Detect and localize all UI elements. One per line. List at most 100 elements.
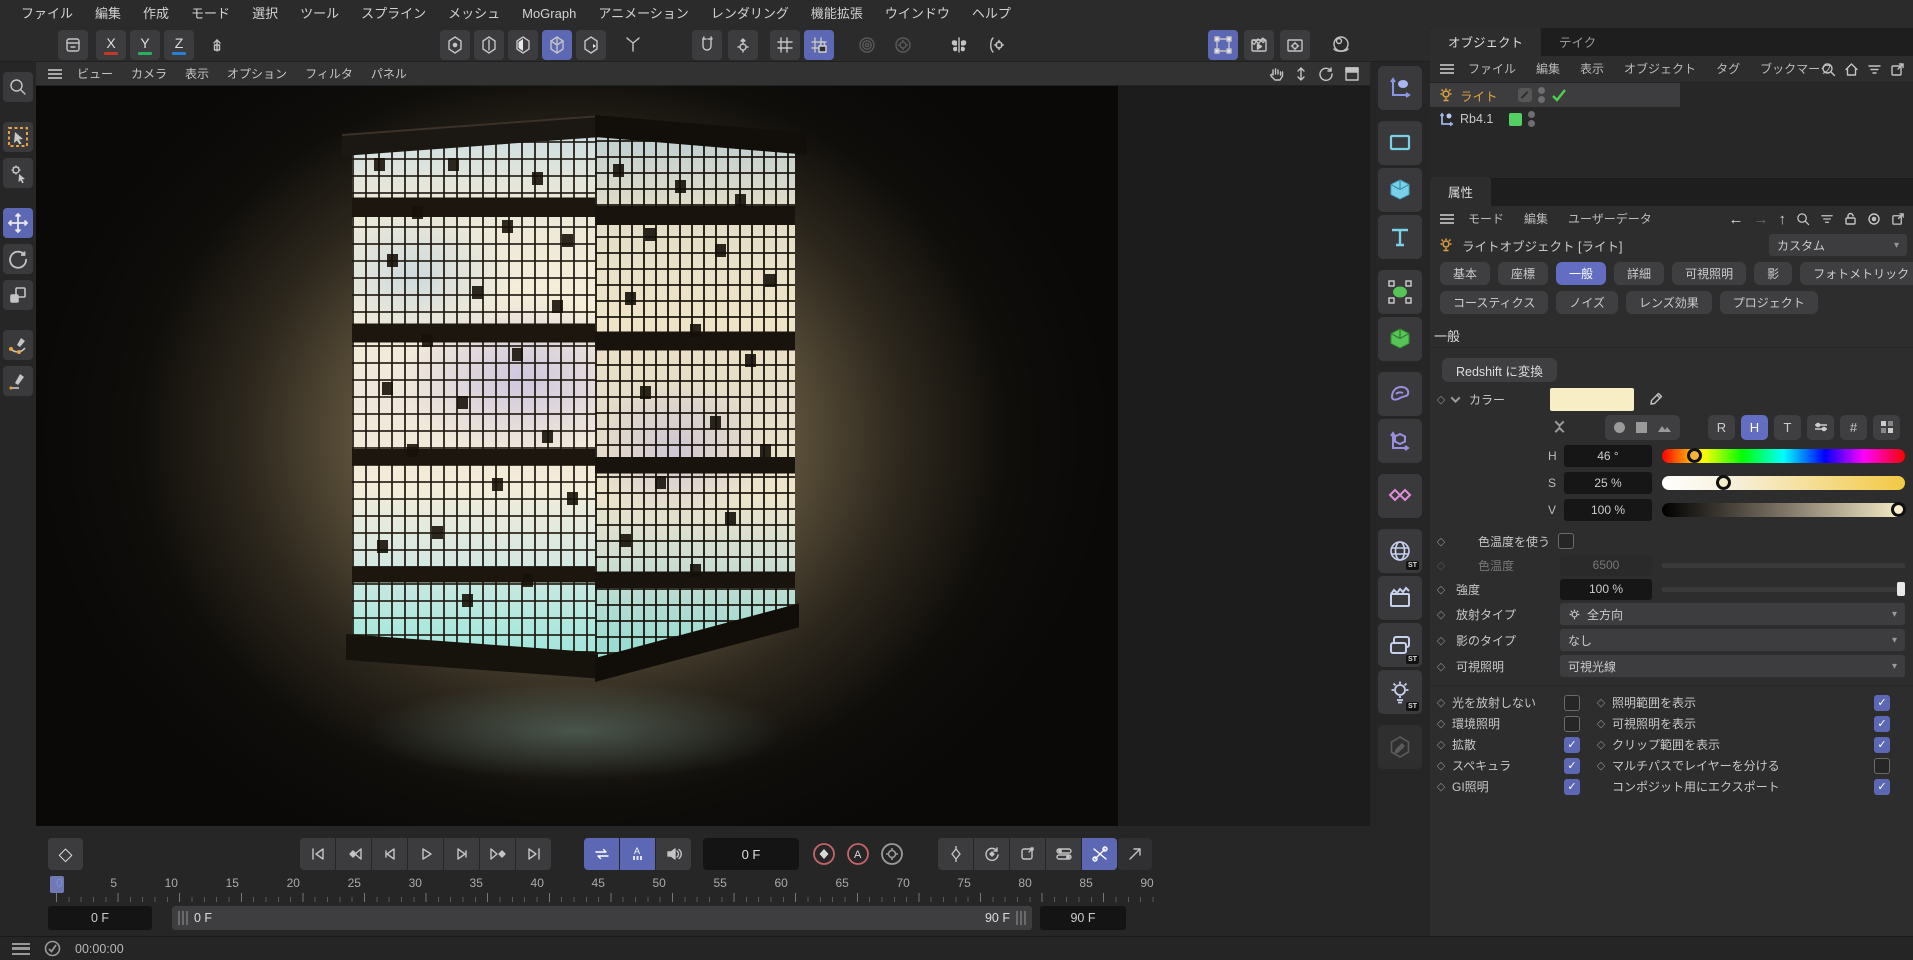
current-frame-field[interactable]: 0 F [703, 838, 799, 870]
enabled-check-icon[interactable] [1551, 88, 1567, 102]
keyframe-diamond[interactable]: ◇ [1430, 780, 1452, 793]
timeline-ruler[interactable]: 051015202530354045505560657075808590 [48, 876, 1158, 902]
checkbox[interactable]: ✓ [1564, 779, 1580, 795]
render-view-button[interactable] [1208, 30, 1238, 60]
back-arrow-icon[interactable]: ← [1729, 211, 1744, 228]
keyframe-diamond[interactable]: ◇ [1430, 608, 1452, 621]
add-null-button[interactable] [1378, 66, 1422, 110]
h-field[interactable]: 46 ° [1564, 445, 1652, 467]
viewport-menu-item[interactable]: パネル [362, 62, 416, 86]
add-subdivision-surface-button[interactable] [1378, 270, 1422, 314]
attr-tab-chip[interactable]: 一般 [1556, 262, 1606, 285]
play-button[interactable] [408, 838, 443, 870]
keyframe-diamond[interactable]: ◇ [1430, 393, 1452, 406]
export-icon[interactable] [1890, 62, 1905, 77]
keyframe-settings-button[interactable] [876, 838, 908, 870]
viewport-menu-item[interactable]: 表示 [176, 62, 218, 86]
om-menu-item[interactable]: タグ [1706, 55, 1750, 83]
grid-button[interactable] [770, 30, 800, 60]
key-pla-button[interactable] [1082, 838, 1117, 870]
mode-animation-button[interactable] [576, 30, 606, 60]
attr-tab-chip[interactable]: 可視照明 [1672, 262, 1746, 285]
filter-icon[interactable] [1820, 212, 1834, 226]
add-background-button[interactable]: ST [1378, 623, 1422, 667]
axis-y-button[interactable]: Y [130, 30, 160, 60]
scale-tool[interactable] [3, 280, 33, 310]
autokey-frames-button[interactable]: A [620, 838, 655, 870]
forward-arrow-icon[interactable]: → [1754, 211, 1769, 228]
color-display-group[interactable] [1605, 415, 1680, 440]
add-generator-button[interactable] [1378, 317, 1422, 361]
zoom-updown-icon[interactable] [1294, 66, 1308, 82]
home-icon[interactable] [1844, 62, 1859, 77]
symmetry-button[interactable] [944, 30, 974, 60]
add-text-button[interactable] [1378, 215, 1422, 259]
key-position-button[interactable] [938, 838, 973, 870]
search-icon[interactable] [1796, 212, 1810, 226]
export-icon[interactable] [1891, 212, 1905, 226]
om-menu-item[interactable]: 表示 [1570, 55, 1614, 83]
falloff-button[interactable] [852, 30, 882, 60]
color-mode-r[interactable]: R [1708, 415, 1735, 440]
axis-tool-button[interactable] [618, 30, 648, 60]
slider-knob-h[interactable] [1687, 448, 1702, 463]
move-tool[interactable] [3, 208, 33, 238]
snap-settings-button[interactable] [728, 30, 758, 60]
color-mode-t[interactable]: T [1774, 415, 1801, 440]
add-sky-button[interactable]: ST [1378, 529, 1422, 573]
viewport-menu-item[interactable]: カメラ [122, 62, 176, 86]
color-mode-sliders[interactable] [1807, 415, 1834, 440]
add-deformer-button[interactable] [1378, 372, 1422, 416]
attr-tab-chip[interactable]: ノイズ [1556, 291, 1618, 314]
om-menu-item[interactable]: ファイル [1458, 55, 1526, 83]
add-cube-button[interactable] [1378, 168, 1422, 212]
chevron-down-icon[interactable] [1451, 393, 1461, 403]
v-field[interactable]: 100 % [1564, 499, 1652, 521]
color-mode-swatches[interactable] [1873, 415, 1900, 440]
range-start-field[interactable]: 0 F [48, 906, 152, 930]
keyframe-diamond[interactable]: ◇ [1430, 559, 1452, 572]
attr-tab-chip[interactable]: コースティクス [1440, 291, 1548, 314]
panel-tab[interactable]: テイク [1541, 27, 1614, 56]
attr-tab-chip[interactable]: 詳細 [1614, 262, 1664, 285]
layer-color-chip[interactable] [1509, 113, 1522, 126]
menubar-item[interactable]: ヘルプ [961, 0, 1022, 28]
checkbox[interactable]: ✓ [1874, 737, 1890, 753]
panel-tab[interactable]: オブジェクト [1430, 27, 1541, 56]
mode-model-button[interactable] [440, 30, 470, 60]
goto-start-button[interactable] [300, 838, 335, 870]
spline-pen-tool[interactable] [3, 330, 33, 360]
next-frame-button[interactable] [444, 838, 479, 870]
goto-end-button[interactable] [516, 838, 551, 870]
range-handle-left[interactable] [178, 911, 188, 925]
symmetry-settings-button[interactable] [982, 30, 1012, 60]
autokey-button[interactable]: A [842, 838, 874, 870]
menubar-item[interactable]: ウインドウ [874, 0, 961, 28]
checkbox[interactable]: ✓ [1874, 758, 1890, 774]
checkbox[interactable]: ✓ [1564, 695, 1580, 711]
shadow-type-dropdown[interactable]: なし▾ [1560, 629, 1905, 651]
temperature-field[interactable]: 6500 [1560, 555, 1652, 576]
mode-object-button[interactable] [542, 30, 572, 60]
attr-tab-chip[interactable]: 影 [1754, 262, 1792, 285]
live-selection-tool[interactable] [3, 122, 33, 152]
slider-knob-v[interactable] [1891, 502, 1906, 517]
search-icon[interactable] [1821, 62, 1836, 77]
lock-icon[interactable] [1844, 212, 1857, 226]
material-pen-button[interactable] [1378, 725, 1422, 769]
preset-dropdown[interactable]: カスタム▾ [1769, 234, 1907, 256]
viewport-menu-icon[interactable] [48, 69, 62, 79]
range-handle-right[interactable] [1016, 911, 1026, 925]
attributes-tab[interactable]: 属性 [1430, 177, 1491, 206]
viewport-zoom-tool[interactable] [3, 72, 33, 102]
panel-menu-icon[interactable] [1440, 64, 1454, 74]
intensity-slider[interactable] [1662, 587, 1905, 592]
s-field[interactable]: 25 % [1564, 472, 1652, 494]
keyframe-diamond[interactable]: ◇ [1430, 696, 1452, 709]
maximize-view-icon[interactable] [1344, 66, 1360, 82]
key-scale-button[interactable] [1010, 838, 1045, 870]
record-active-objects-button[interactable] [808, 838, 840, 870]
keyframe-diamond[interactable]: ◇ [1590, 738, 1612, 751]
keyframe-diamond[interactable]: ◇ [1430, 583, 1452, 596]
h-slider[interactable] [1662, 449, 1905, 463]
